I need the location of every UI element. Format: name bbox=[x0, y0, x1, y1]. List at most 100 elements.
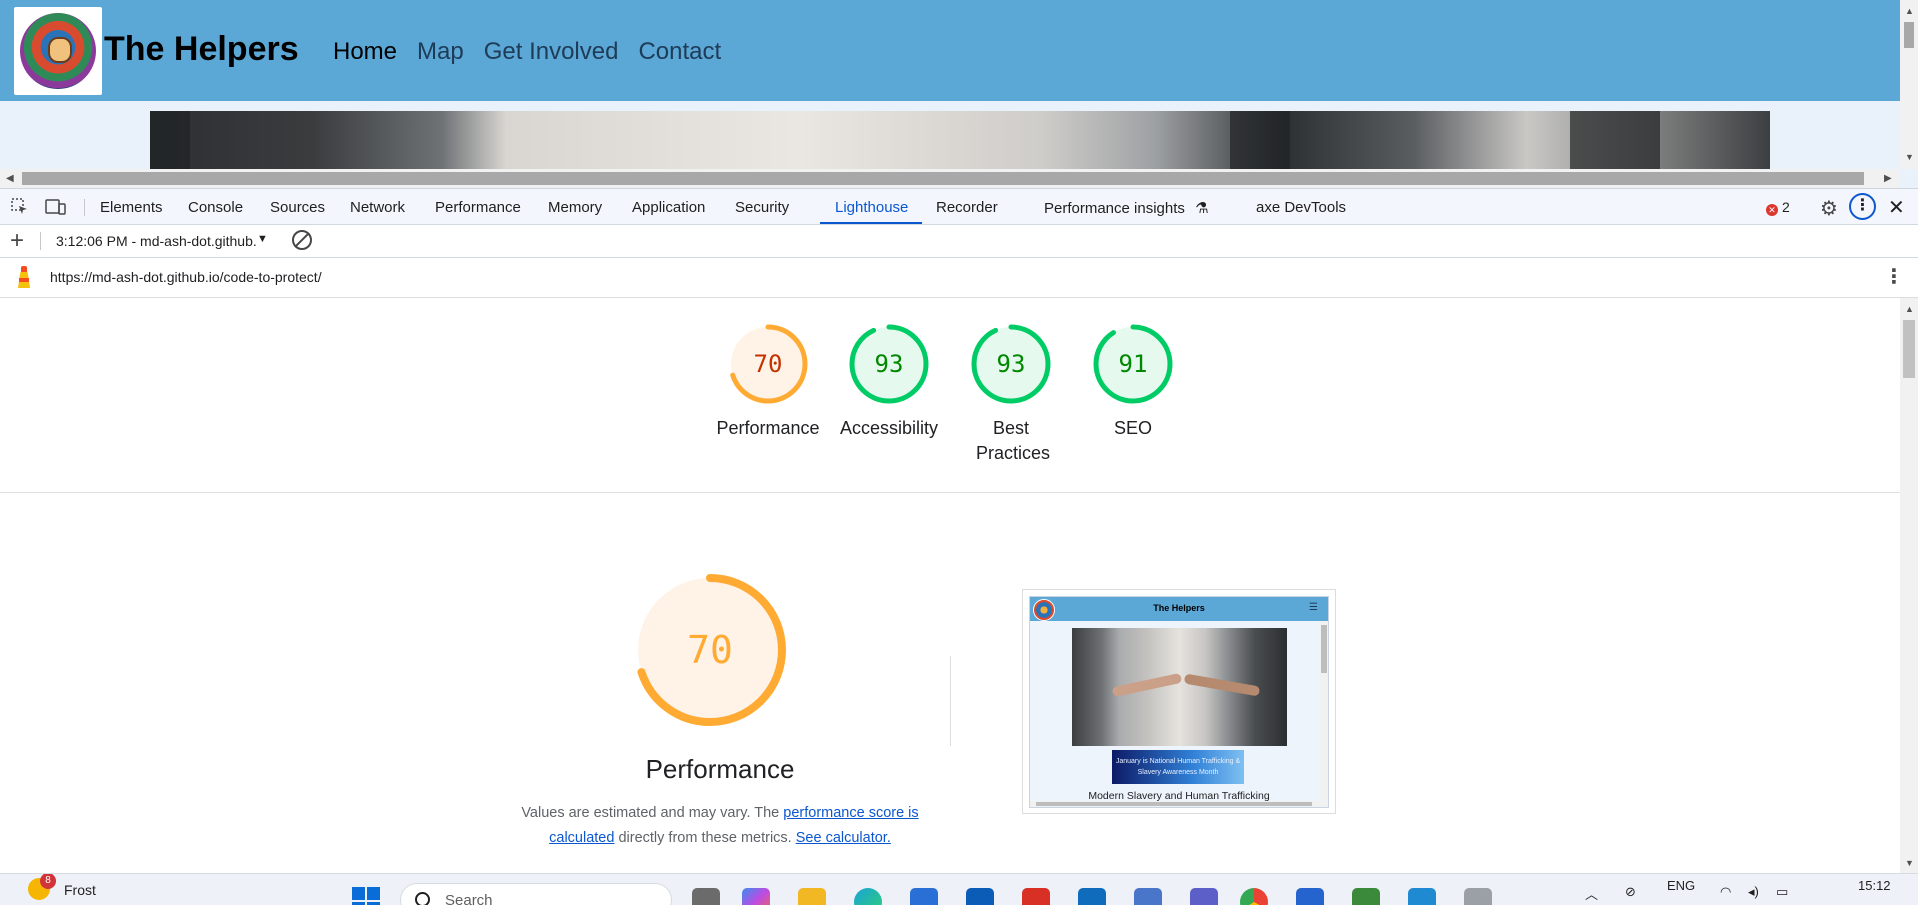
hero-image bbox=[150, 111, 1770, 169]
scroll-down-icon[interactable]: ▼ bbox=[1905, 152, 1914, 162]
file-explorer-icon[interactable] bbox=[798, 888, 826, 905]
nav-get-involved[interactable]: Get Involved bbox=[484, 38, 619, 66]
tab-security[interactable]: Security bbox=[735, 199, 789, 216]
app-icon[interactable] bbox=[1352, 888, 1380, 905]
gauge-ring: 91 bbox=[1093, 324, 1173, 404]
dell-icon[interactable] bbox=[966, 888, 994, 905]
chevron-down-icon[interactable]: ▼ bbox=[257, 233, 268, 245]
device-toolbar-icon[interactable] bbox=[45, 197, 66, 217]
clock-time[interactable]: 15:12 bbox=[1858, 878, 1891, 893]
inspect-element-icon[interactable] bbox=[10, 197, 30, 217]
score-gauge-seo[interactable]: 91 SEO bbox=[1068, 322, 1198, 441]
screenshot-vscrollbar bbox=[1320, 621, 1328, 807]
chrome-icon[interactable] bbox=[1240, 888, 1268, 905]
hand-shape bbox=[1111, 672, 1183, 698]
clear-all-icon[interactable] bbox=[292, 230, 312, 250]
tab-recorder[interactable]: Recorder bbox=[936, 199, 998, 216]
error-count-badge[interactable]: ✕ 2 bbox=[1766, 199, 1790, 216]
report-menu-icon[interactable]: ⋮ bbox=[1884, 264, 1904, 289]
score-gauge-best-practices[interactable]: 93 Best Practices bbox=[946, 322, 1076, 466]
logo-figure-icon bbox=[48, 37, 72, 63]
scroll-left-icon[interactable]: ◀ bbox=[6, 173, 14, 184]
audited-url[interactable]: https://md-ash-dot.github.io/code-to-pro… bbox=[50, 269, 322, 285]
start-button[interactable] bbox=[352, 887, 382, 905]
hamburger-menu-icon: ☰ bbox=[1309, 602, 1318, 613]
scroll-up-icon[interactable]: ▲ bbox=[1905, 304, 1914, 314]
task-view-icon[interactable] bbox=[692, 888, 720, 905]
calculator-icon[interactable] bbox=[1134, 888, 1162, 905]
performance-description: Values are estimated and may vary. The p… bbox=[515, 801, 925, 851]
hero-pillar bbox=[1230, 111, 1290, 169]
nav-contact[interactable]: Contact bbox=[638, 38, 721, 66]
todo-icon[interactable] bbox=[1296, 888, 1324, 905]
mic-muted-icon[interactable]: ⊘ bbox=[1625, 884, 1636, 900]
tab-performance-insights-label: Performance insights bbox=[1044, 200, 1185, 217]
tab-network[interactable]: Network bbox=[350, 199, 405, 216]
outlook-icon[interactable] bbox=[1078, 888, 1106, 905]
site-horizontal-scrollbar[interactable]: ◀ ▶ bbox=[0, 169, 1900, 188]
gauge-score: 93 bbox=[997, 350, 1026, 378]
report-select[interactable]: 3:12:06 PM - md-ash-dot.github.io bbox=[56, 233, 256, 249]
tab-performance[interactable]: Performance bbox=[435, 199, 521, 216]
performance-gauge-large[interactable]: 70 bbox=[630, 570, 810, 735]
settings-gear-icon[interactable]: ⚙ bbox=[1820, 196, 1838, 221]
tab-sources[interactable]: Sources bbox=[270, 199, 325, 216]
lighthouse-toolbar: + 3:12:06 PM - md-ash-dot.github.io ▼ bbox=[0, 225, 1918, 258]
weather-text[interactable]: Frost bbox=[64, 882, 96, 898]
scroll-down-icon[interactable]: ▼ bbox=[1905, 858, 1914, 868]
screenshot-banner: January is National Human Trafficking & … bbox=[1112, 750, 1244, 784]
scroll-right-icon[interactable]: ▶ bbox=[1884, 173, 1892, 184]
copilot-icon[interactable] bbox=[742, 888, 770, 905]
experiment-flask-icon: ⚗ bbox=[1195, 200, 1209, 217]
tab-application[interactable]: Application bbox=[632, 199, 705, 216]
toolbar-divider bbox=[40, 232, 41, 250]
site-title: The Helpers bbox=[104, 30, 299, 68]
site-vertical-scrollbar[interactable]: ▲ ▼ bbox=[1900, 0, 1918, 169]
store-icon[interactable] bbox=[910, 888, 938, 905]
gauge-ring: 70 bbox=[728, 324, 808, 404]
language-indicator[interactable]: ENG bbox=[1667, 878, 1695, 893]
taskbar-search[interactable]: Search bbox=[400, 883, 672, 905]
tab-elements[interactable]: Elements bbox=[100, 199, 163, 216]
notification-badge: 8 bbox=[40, 874, 56, 889]
score-gauge-performance[interactable]: 70 Performance bbox=[703, 322, 833, 441]
screenshot-hscrollbar bbox=[1030, 801, 1320, 807]
snipping-tool-icon[interactable] bbox=[1464, 888, 1492, 905]
see-calculator-link[interactable]: See calculator. bbox=[796, 830, 891, 846]
nav-map[interactable]: Map bbox=[417, 38, 464, 66]
scroll-up-icon[interactable]: ▲ bbox=[1905, 6, 1914, 16]
new-report-icon[interactable]: + bbox=[10, 227, 24, 255]
edge-icon[interactable] bbox=[854, 888, 882, 905]
windows-logo-icon bbox=[367, 887, 380, 900]
gmail-icon[interactable] bbox=[1022, 888, 1050, 905]
close-icon[interactable]: ✕ bbox=[1888, 195, 1905, 220]
teams-icon[interactable] bbox=[1190, 888, 1218, 905]
screenshot-hero-photo bbox=[1072, 628, 1287, 746]
scrollbar-thumb bbox=[1321, 625, 1327, 673]
devtools-tab-bar: Elements Console Sources Network Perform… bbox=[0, 188, 1918, 225]
scrollbar-thumb[interactable] bbox=[1903, 320, 1915, 378]
show-hidden-icons-chevron-up-icon[interactable]: ︿ bbox=[1585, 884, 1598, 903]
scrollbar-thumb[interactable] bbox=[22, 172, 1864, 185]
gauge-label: Performance bbox=[716, 418, 820, 438]
nav-home[interactable]: Home bbox=[333, 38, 397, 66]
site-logo[interactable] bbox=[14, 7, 102, 95]
report-vertical-scrollbar[interactable]: ▲ ▼ bbox=[1900, 298, 1918, 873]
lighthouse-logo-stripe bbox=[19, 278, 29, 282]
tab-axe-devtools[interactable]: axe DevTools bbox=[1256, 199, 1346, 216]
volume-icon[interactable]: ◂) bbox=[1748, 884, 1759, 900]
wifi-icon[interactable]: ◠ bbox=[1720, 884, 1731, 900]
scrollbar-thumb[interactable] bbox=[1904, 22, 1914, 48]
final-screenshot[interactable]: The Helpers ☰ January is National Human … bbox=[1022, 589, 1336, 814]
score-gauge-accessibility[interactable]: 93 Accessibility bbox=[824, 322, 954, 441]
gauge-ring: 93 bbox=[849, 324, 929, 404]
battery-icon[interactable]: ▭ bbox=[1776, 884, 1788, 900]
vscode-icon[interactable] bbox=[1408, 888, 1436, 905]
tab-memory[interactable]: Memory bbox=[548, 199, 602, 216]
screenshot-frame: The Helpers ☰ January is National Human … bbox=[1029, 596, 1329, 808]
gauge-ring: 93 bbox=[971, 324, 1051, 404]
tab-lighthouse[interactable]: Lighthouse bbox=[835, 199, 908, 216]
tab-performance-insights[interactable]: Performance insights ⚗ bbox=[1044, 199, 1209, 217]
tab-console[interactable]: Console bbox=[188, 199, 243, 216]
more-options-icon[interactable]: ⋮ bbox=[1849, 193, 1876, 220]
